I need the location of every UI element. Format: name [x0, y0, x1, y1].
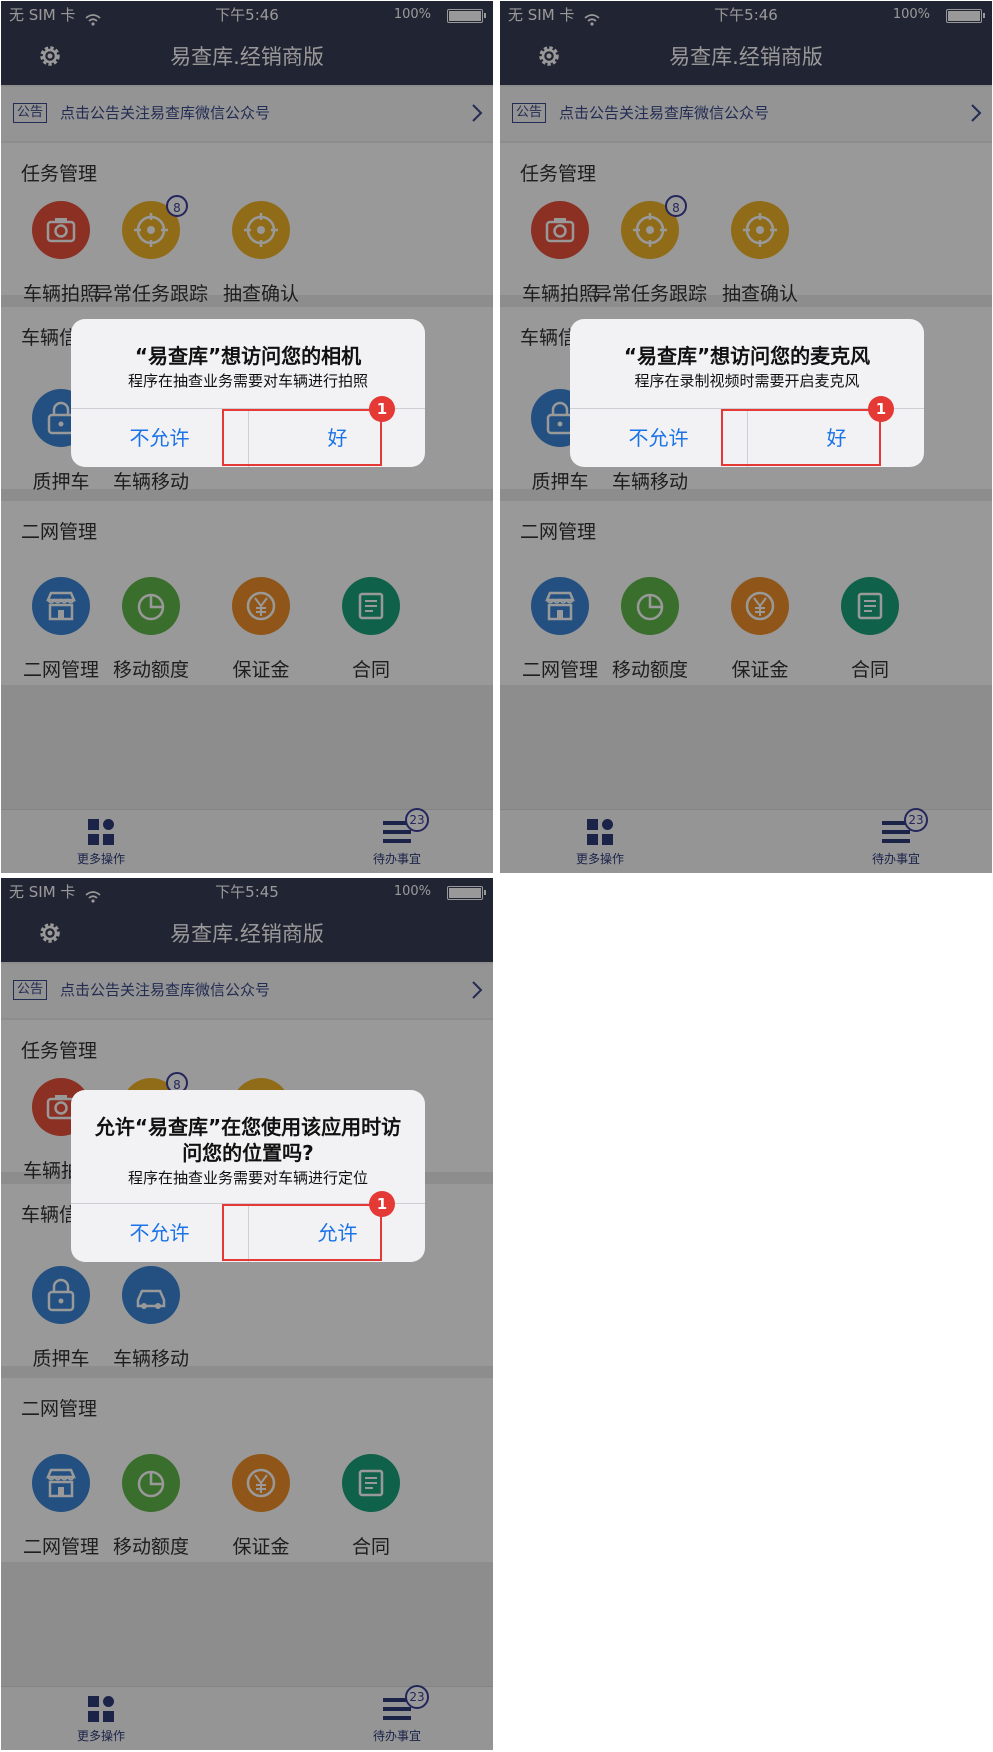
highlight-box	[721, 409, 881, 466]
dialog-title: “易查库”想访问您的相机	[134, 344, 362, 368]
dialog-title: 允许“易查库”在您使用该应用时访问您的位置吗?	[94, 1115, 402, 1165]
phone-screenshot-microphone: 无 SIM 卡下午5:46 100% 易查库.经销商版 公告 点击公告关注易查库微信公众…	[500, 1, 992, 873]
highlight-box	[222, 409, 382, 466]
dialog-message: 程序在抽查业务需要对车辆进行定位	[127, 1169, 368, 1187]
empty-area	[494, 878, 993, 1752]
dialog-message: 程序在录制视频时需要开启麦克风	[634, 372, 860, 390]
step-marker: 1	[868, 396, 894, 422]
dialog-message: 程序在抽查业务需要对车辆进行拍照	[127, 372, 368, 390]
step-marker: 1	[369, 396, 395, 422]
modal-overlay	[1, 878, 493, 1750]
dialog-title: “易查库”想访问您的麦克风	[623, 344, 871, 368]
phone-screenshot-camera: 无 SIM 卡下午5:46 100% 易查库.经销商版 公告 点击公告关注易查库微信公众…	[1, 1, 493, 873]
phone-screenshot-location: 无 SIM 卡下午5:45 100% 易查库.经销商版 公告 点击公告关注易查库微信公众…	[1, 878, 493, 1750]
highlight-box	[222, 1204, 382, 1261]
step-marker: 1	[369, 1191, 395, 1217]
